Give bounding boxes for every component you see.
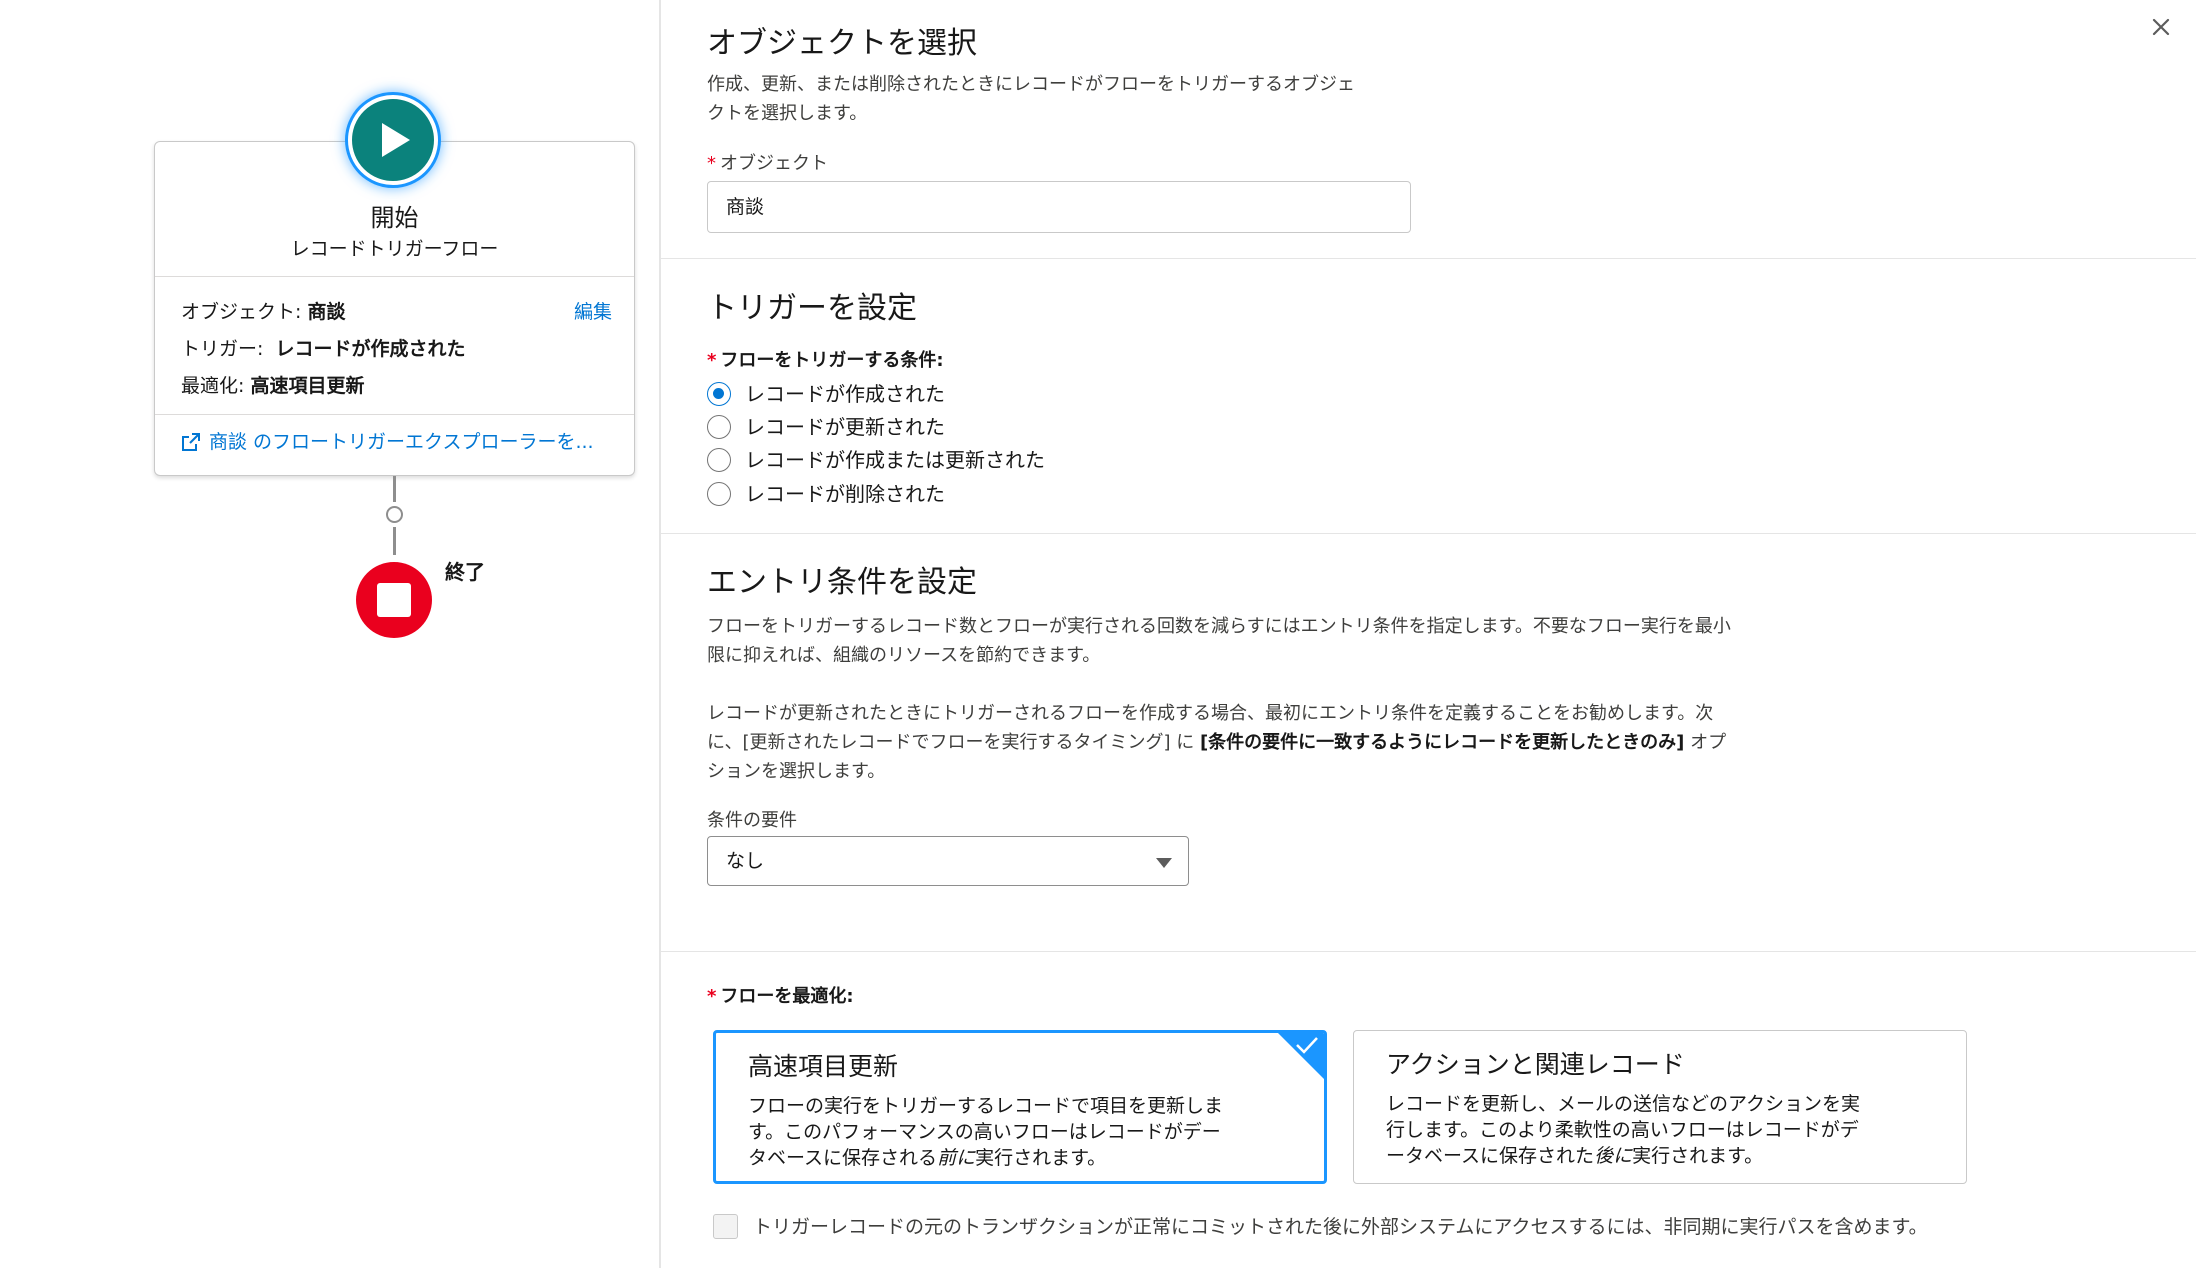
end-label: 終了	[445, 560, 485, 584]
tile-desc-line: タベースに保存される前に実行されます。	[748, 1145, 1284, 1171]
radio-button[interactable]	[707, 415, 731, 439]
start-play-icon[interactable]	[348, 95, 438, 185]
tile-desc-text: 実行されます。	[975, 1147, 1107, 1169]
object-section-description: 作成、更新、または削除されたときにレコードがフローをトリガーするオブジェ クトを…	[707, 70, 1355, 128]
card-trigger-value: レコードが作成された	[275, 338, 466, 360]
object-desc-line: 作成、更新、または削除されたときにレコードがフローをトリガーするオブジェ	[707, 74, 1355, 95]
entry-desc-line: に、[更新されたレコードでフローを実行するタイミング] に [条件の要件に一致す…	[707, 728, 1726, 757]
tile-title: アクションと関連レコード	[1386, 1050, 1685, 1079]
entry-description-1: フローをトリガーするレコード数とフローが実行される回数を減らすにはエントリ条件を…	[707, 612, 1731, 670]
card-object-key: オブジェクト:	[181, 301, 302, 323]
object-field-label: * オブジェクト	[707, 149, 828, 175]
radio-record-updated[interactable]: レコードが更新された	[707, 411, 945, 440]
radio-button-selected[interactable]	[707, 382, 731, 406]
condition-requirements-select[interactable]: なし	[707, 836, 1189, 886]
section-divider	[661, 951, 2196, 952]
tile-description: レコードを更新し、メールの送信などのアクションを実 行します。このより柔軟性の高…	[1386, 1091, 1926, 1169]
trigger-explorer-link[interactable]: 商談 のフロートリガーエクスプローラーを...	[181, 427, 594, 454]
radio-button[interactable]	[707, 448, 731, 472]
entry-desc-line: フローをトリガーするレコード数とフローが実行される回数を減らすにはエントリ条件を…	[707, 616, 1731, 637]
trigger-explorer-link-label: 商談 のフロートリガーエクスプローラーを...	[209, 431, 594, 453]
radio-record-created[interactable]: レコードが作成された	[707, 378, 945, 407]
radio-label: レコードが作成または更新された	[745, 448, 1045, 472]
tile-desc-text: ータベースに保存された	[1386, 1145, 1595, 1167]
card-optimize-row: 最適化: 高速項目更新	[181, 371, 364, 398]
start-subtitle: レコードトリガーフロー	[290, 238, 499, 260]
async-path-checkbox[interactable]	[713, 1214, 738, 1239]
tile-desc-line: 行します。このより柔軟性の高いフローはレコードがデ	[1386, 1119, 1859, 1141]
required-marker: *	[707, 153, 716, 174]
optimize-field-label-text: フローを最適化:	[720, 986, 854, 1007]
radio-button[interactable]	[707, 482, 731, 506]
card-trigger-row: トリガー: レコードが作成された	[181, 334, 465, 361]
select-value: なし	[726, 850, 765, 872]
close-icon[interactable]	[2144, 10, 2178, 44]
card-object-row: オブジェクト: 商談	[181, 297, 345, 324]
card-object-value: 商談	[307, 301, 346, 323]
card-optimize-value: 高速項目更新	[250, 375, 365, 397]
entry-description-2: レコードが更新されたときにトリガーされるフローを作成する場合、最初にエントリ条件…	[707, 699, 1726, 786]
properties-panel: オブジェクトを選択 作成、更新、または削除されたときにレコードがフローをトリガー…	[661, 0, 2196, 1268]
entry-section-title: エントリ条件を設定	[707, 565, 977, 600]
tile-title: 高速項目更新	[748, 1052, 899, 1081]
chevron-down-icon	[1156, 858, 1172, 868]
radio-label: レコードが削除された	[745, 482, 945, 506]
radio-label: レコードが更新された	[745, 415, 945, 439]
entry-desc-bold: [条件の要件に一致するようにレコードを更新したときのみ]	[1199, 732, 1685, 753]
entry-desc-line: レコードが更新されたときにトリガーされるフローを作成する場合、最初にエントリ条件…	[707, 703, 1714, 724]
connector-line	[393, 476, 396, 502]
trigger-field-label: * フローをトリガーする条件:	[707, 346, 944, 372]
entry-desc-text: オプ	[1684, 732, 1727, 753]
edit-link[interactable]: 編集	[574, 297, 612, 324]
entry-desc-line: 限に抑えれば、組織のリソースを節約できます。	[707, 645, 1101, 666]
tile-desc-line: す。このパフォーマンスの高いフローはレコードがデー	[748, 1121, 1221, 1143]
check-icon	[1296, 1037, 1318, 1054]
tile-actions-related-records[interactable]: アクションと関連レコード レコードを更新し、メールの送信などのアクションを実 行…	[1353, 1030, 1967, 1184]
tile-desc-line: レコードを更新し、メールの送信などのアクションを実	[1386, 1093, 1861, 1115]
add-element-node[interactable]	[386, 506, 403, 523]
tile-desc-text: タベースに保存される	[748, 1147, 938, 1169]
end-stop-icon[interactable]	[356, 562, 432, 638]
trigger-field-label-text: フローをトリガーする条件:	[720, 350, 944, 371]
tile-desc-text: 実行されます。	[1632, 1145, 1764, 1167]
trigger-section-title: トリガーを設定	[707, 291, 917, 326]
section-divider	[661, 533, 2196, 534]
object-section-title: オブジェクトを選択	[707, 26, 977, 61]
condition-requirements-label: 条件の要件	[707, 810, 797, 831]
radio-record-created-or-updated[interactable]: レコードが作成または更新された	[707, 444, 1045, 473]
object-field-label-text: オブジェクト	[720, 153, 828, 174]
tile-desc-line: ータベースに保存された後に実行されます。	[1386, 1143, 1926, 1169]
tile-description: フローの実行をトリガーするレコードで項目を更新しま す。このパフォーマンスの高い…	[748, 1093, 1284, 1171]
required-marker: *	[707, 986, 717, 1007]
tile-fast-field-updates[interactable]: 高速項目更新 フローの実行をトリガーするレコードで項目を更新しま す。このパフォ…	[713, 1030, 1327, 1184]
section-divider	[661, 258, 2196, 259]
start-title: 開始	[370, 204, 419, 232]
flow-canvas: 開始 レコードトリガーフロー オブジェクト: 商談 編集 トリガー: レコードが…	[0, 0, 659, 1268]
external-link-icon	[182, 433, 200, 451]
required-marker: *	[707, 350, 717, 371]
async-path-label: トリガーレコードの元のトランザクションが正常にコミットされた後に外部システムにア…	[753, 1216, 1928, 1238]
radio-record-deleted[interactable]: レコードが削除された	[707, 478, 945, 507]
connector-line	[393, 527, 396, 555]
tile-desc-em: 前に	[937, 1147, 976, 1169]
object-desc-line: クトを選択します。	[707, 103, 868, 124]
card-divider	[155, 414, 634, 415]
optimize-field-label: * フローを最適化:	[707, 982, 854, 1008]
entry-desc-text: に、[更新されたレコードでフローを実行するタイミング] に	[707, 732, 1200, 753]
card-trigger-key: トリガー:	[181, 338, 264, 360]
entry-desc-line: ションを選択します。	[707, 761, 886, 782]
card-optimize-key: 最適化:	[181, 375, 245, 397]
tile-desc-em: 後に	[1594, 1145, 1633, 1167]
object-input[interactable]: 商談	[707, 181, 1411, 233]
card-divider	[155, 276, 634, 277]
radio-label: レコードが作成された	[745, 382, 945, 406]
start-element-card[interactable]: 開始 レコードトリガーフロー オブジェクト: 商談 編集 トリガー: レコードが…	[154, 141, 635, 476]
tile-desc-line: フローの実行をトリガーするレコードで項目を更新しま	[748, 1095, 1224, 1117]
